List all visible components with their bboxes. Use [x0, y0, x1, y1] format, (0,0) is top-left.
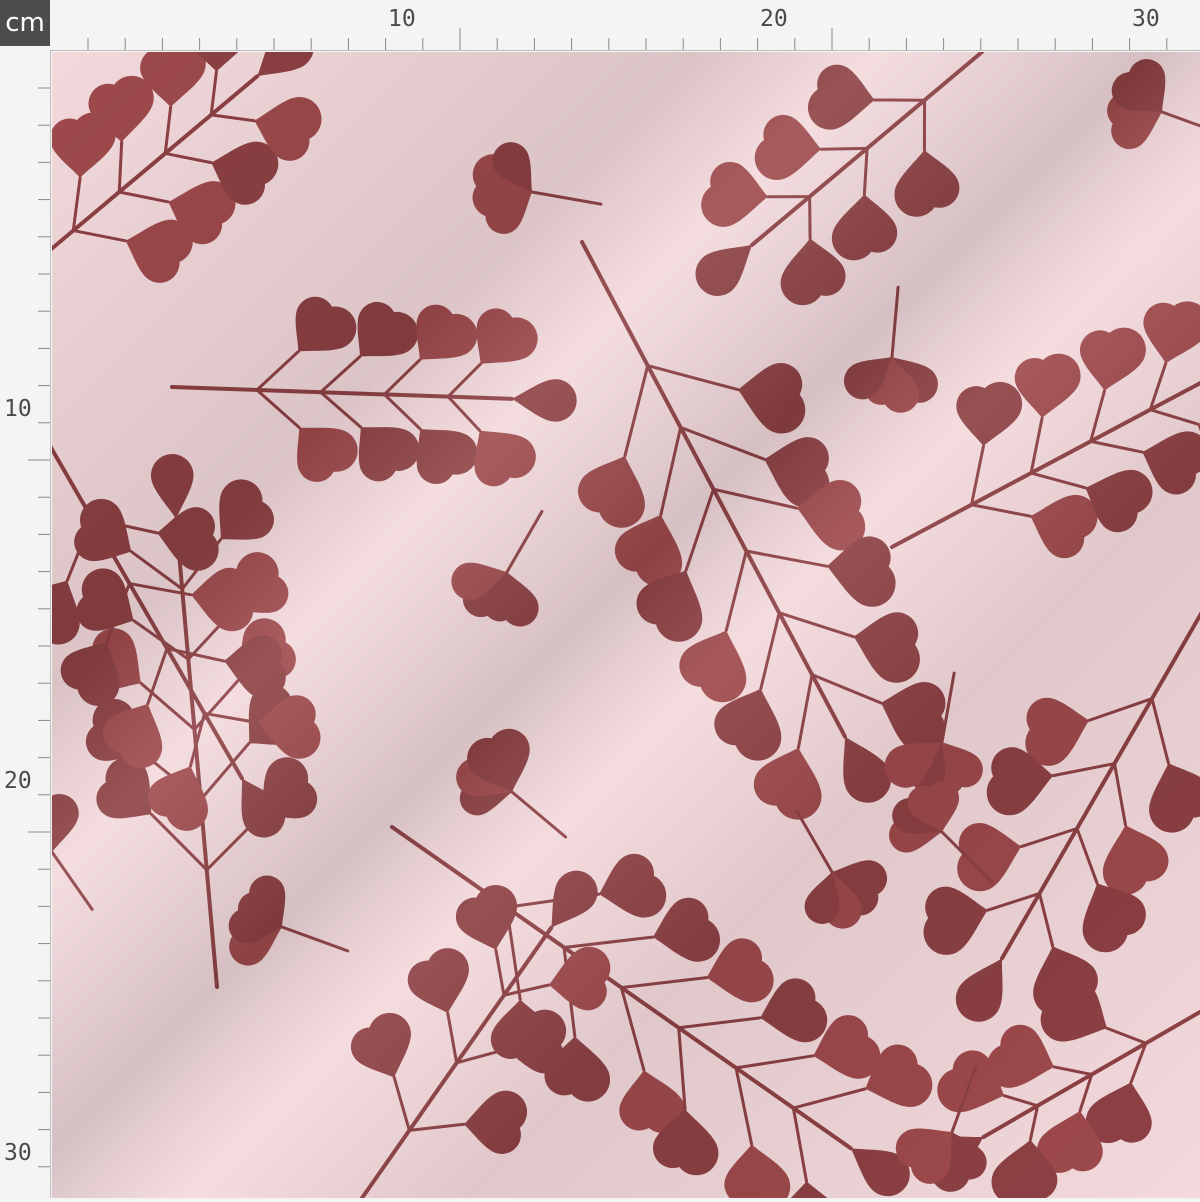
- left-ruler-label-20: 20: [4, 770, 32, 793]
- top-ruler-ticks: [50, 0, 1200, 50]
- fabric-swatch: [52, 52, 1200, 1198]
- unit-label: cm: [5, 8, 45, 38]
- top-ruler-label-30: 30: [1132, 8, 1160, 31]
- top-ruler-label-20: 20: [760, 8, 788, 31]
- fabric-fold-shading: [52, 52, 1200, 1198]
- left-ruler-ticks: [0, 50, 50, 1198]
- top-ruler: 10 20 30: [50, 0, 1200, 51]
- left-ruler: 10 20 30: [0, 50, 51, 1198]
- left-ruler-label-10: 10: [4, 398, 32, 421]
- unit-badge: cm: [0, 0, 50, 46]
- left-ruler-label-30: 30: [4, 1142, 32, 1165]
- berry-sprig-pattern: [52, 52, 1200, 1198]
- top-ruler-label-10: 10: [388, 8, 416, 31]
